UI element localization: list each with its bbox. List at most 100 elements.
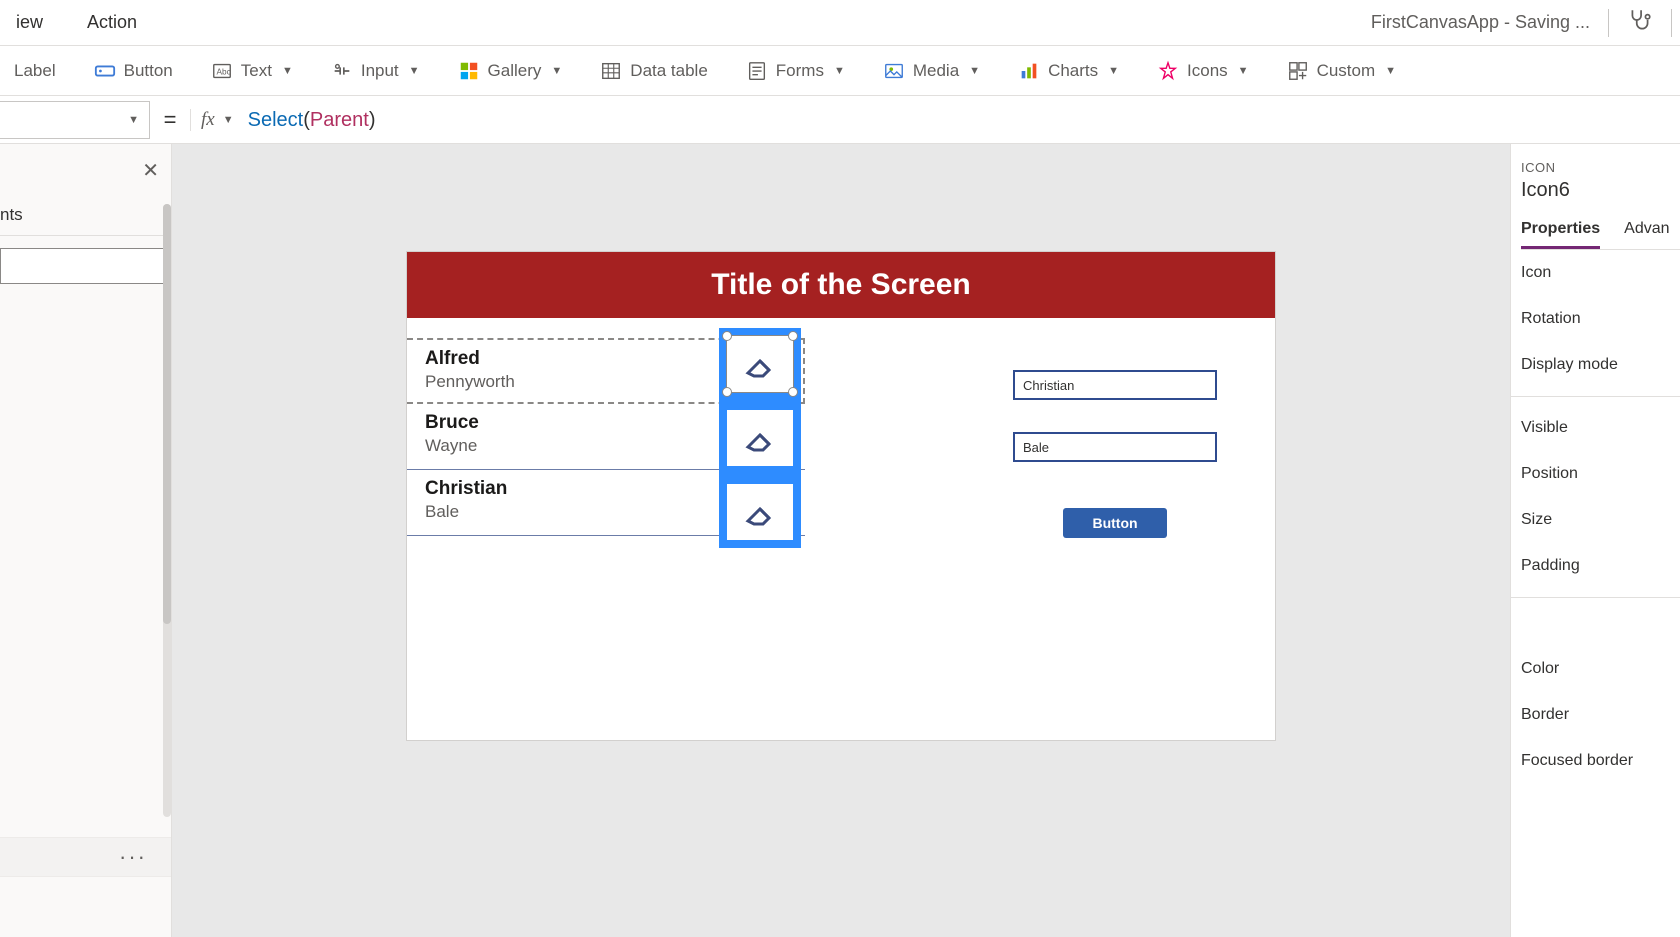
insert-media[interactable]: Media ▼ xyxy=(875,56,988,86)
gallery-icon xyxy=(458,60,480,82)
tree-scroll-thumb[interactable] xyxy=(163,204,171,624)
tree-search-input[interactable] xyxy=(0,248,165,284)
fx-box[interactable]: fx ▼ xyxy=(190,109,234,131)
selection-handle[interactable] xyxy=(722,387,732,397)
formula-arg: Parent xyxy=(310,109,369,131)
tree-view-panel: ✕ nts ··· xyxy=(0,144,172,937)
insert-input[interactable]: Input ▼ xyxy=(323,56,428,86)
prop-focused-border[interactable]: Focused border xyxy=(1521,738,1680,784)
divider xyxy=(1671,9,1672,37)
menubar: iew Action FirstCanvasApp - Saving ... xyxy=(0,0,1680,46)
custom-text: Custom xyxy=(1317,61,1376,81)
gallery-text: Gallery xyxy=(488,61,542,81)
fx-label: fx xyxy=(201,109,215,131)
media-icon xyxy=(883,60,905,82)
prop-padding[interactable]: Padding xyxy=(1521,543,1680,589)
properties-tabs: Properties Advan xyxy=(1521,220,1680,250)
app-title: FirstCanvasApp - Saving ... xyxy=(1371,12,1590,33)
tree-footer xyxy=(0,877,171,937)
insert-charts[interactable]: Charts ▼ xyxy=(1010,56,1127,86)
forms-icon xyxy=(746,60,768,82)
text-input-first-name[interactable]: Christian xyxy=(1013,370,1217,400)
spacer xyxy=(1521,606,1680,646)
text-text: Text xyxy=(241,61,272,81)
tab-properties[interactable]: Properties xyxy=(1521,220,1600,249)
text-icon: Abc xyxy=(211,60,233,82)
tree-scrollbar[interactable] xyxy=(163,204,171,817)
control-type: ICON xyxy=(1521,160,1680,175)
insert-button[interactable]: Button xyxy=(86,56,181,86)
eraser-icon[interactable] xyxy=(727,410,793,466)
eraser-icon[interactable] xyxy=(727,336,793,392)
selection-handle[interactable] xyxy=(788,331,798,341)
separator xyxy=(1511,597,1680,598)
menu-view[interactable]: iew xyxy=(8,8,51,37)
prop-size[interactable]: Size xyxy=(1521,497,1680,543)
insert-icons[interactable]: Icons ▼ xyxy=(1149,56,1257,86)
chevron-down-icon: ▼ xyxy=(834,65,845,77)
svg-text:Abc: Abc xyxy=(216,67,230,76)
canvas-area[interactable]: Title of the Screen Alfred Pennyworth Br… xyxy=(172,144,1510,937)
control-name[interactable]: Icon6 xyxy=(1521,179,1680,202)
insert-custom[interactable]: Custom ▼ xyxy=(1279,56,1404,86)
label-text: Label xyxy=(14,61,56,81)
formula-input[interactable]: Select(Parent) xyxy=(234,107,1680,132)
prop-border[interactable]: Border xyxy=(1521,692,1680,738)
formula-bar: ▼ = fx ▼ Select(Parent) xyxy=(0,96,1680,144)
tree-tab-components[interactable]: nts xyxy=(0,197,171,236)
insert-ribbon: Label Button Abc Text ▼ Input ▼ Gallery … xyxy=(0,46,1680,96)
data-table-icon xyxy=(600,60,622,82)
prop-position[interactable]: Position xyxy=(1521,451,1680,497)
prop-rotation[interactable]: Rotation xyxy=(1521,296,1680,342)
annotation-highlight xyxy=(719,328,801,548)
close-icon[interactable]: ✕ xyxy=(142,158,159,183)
submit-button[interactable]: Button xyxy=(1063,508,1167,538)
formula-close: ) xyxy=(369,109,376,131)
menubar-right: FirstCanvasApp - Saving ... xyxy=(1371,7,1672,38)
media-text: Media xyxy=(913,61,959,81)
app-checker-icon[interactable] xyxy=(1627,7,1653,38)
chevron-down-icon: ▼ xyxy=(1238,65,1249,77)
insert-forms[interactable]: Forms ▼ xyxy=(738,56,853,86)
chevron-down-icon: ▼ xyxy=(128,114,139,126)
divider xyxy=(1608,9,1609,37)
equals-sign: = xyxy=(150,107,190,133)
insert-label[interactable]: Label xyxy=(6,57,64,85)
property-dropdown[interactable]: ▼ xyxy=(0,101,150,139)
formula-fn: Select xyxy=(248,109,304,131)
text-input-last-name[interactable]: Bale xyxy=(1013,432,1217,462)
forms-text: Forms xyxy=(776,61,824,81)
tree-spacer xyxy=(0,284,171,837)
icons-text: Icons xyxy=(1187,61,1228,81)
screen-title[interactable]: Title of the Screen xyxy=(407,252,1275,318)
charts-icon xyxy=(1018,60,1040,82)
menubar-left: iew Action xyxy=(8,8,145,37)
chevron-down-icon: ▼ xyxy=(282,65,293,77)
selection-handle[interactable] xyxy=(788,387,798,397)
insert-gallery[interactable]: Gallery ▼ xyxy=(450,56,571,86)
tree-header: ✕ xyxy=(0,144,171,197)
insert-data-table[interactable]: Data table xyxy=(592,56,716,86)
chevron-down-icon: ▼ xyxy=(409,65,420,77)
eraser-icon[interactable] xyxy=(727,484,793,540)
menu-action[interactable]: Action xyxy=(79,8,145,37)
input-text: Input xyxy=(361,61,399,81)
prop-visible[interactable]: Visible xyxy=(1521,405,1680,451)
charts-text: Charts xyxy=(1048,61,1098,81)
selection-handle[interactable] xyxy=(722,331,732,341)
button-icon xyxy=(94,60,116,82)
chevron-down-icon: ▼ xyxy=(1385,65,1396,77)
insert-text[interactable]: Abc Text ▼ xyxy=(203,56,301,86)
chevron-down-icon: ▼ xyxy=(551,65,562,77)
formula-open: ( xyxy=(303,109,310,131)
tab-advanced[interactable]: Advan xyxy=(1624,220,1669,249)
button-text: Button xyxy=(124,61,173,81)
app-canvas[interactable]: Title of the Screen Alfred Pennyworth Br… xyxy=(407,252,1275,740)
input-icon xyxy=(331,60,353,82)
prop-color[interactable]: Color xyxy=(1521,646,1680,692)
prop-icon[interactable]: Icon xyxy=(1521,250,1680,296)
tree-item-more[interactable]: ··· xyxy=(0,837,171,877)
prop-display-mode[interactable]: Display mode xyxy=(1521,342,1680,388)
custom-icon xyxy=(1287,60,1309,82)
chevron-down-icon: ▼ xyxy=(969,65,980,77)
